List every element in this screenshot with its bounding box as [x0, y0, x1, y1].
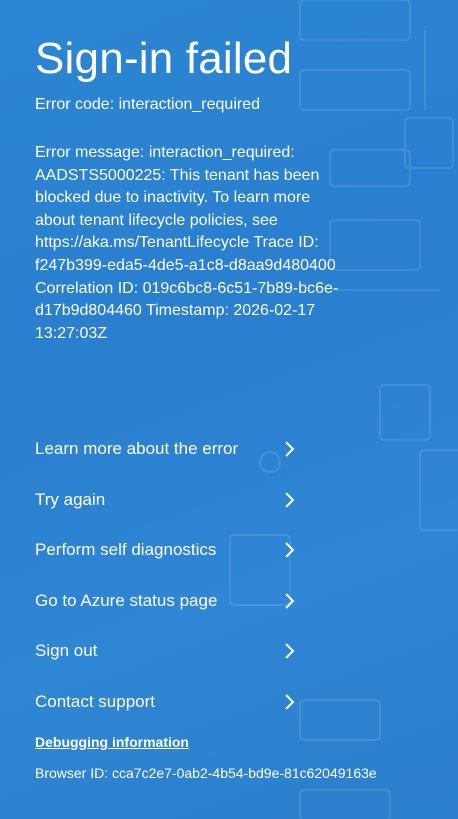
action-label: Go to Azure status page: [35, 590, 218, 610]
page-title: Sign-in failed: [35, 34, 293, 83]
learn-more-link[interactable]: Learn more about the error: [35, 424, 295, 475]
chevron-right-icon: [285, 593, 295, 609]
chevron-right-icon: [285, 643, 295, 659]
action-label: Contact support: [35, 691, 156, 711]
debugging-information-link[interactable]: Debugging information: [35, 734, 189, 750]
error-message: Error message: interaction_required: AAD…: [35, 144, 339, 342]
chevron-right-icon: [285, 492, 295, 508]
chevron-right-icon: [285, 542, 295, 558]
action-label: Learn more about the error: [35, 439, 239, 459]
action-label: Perform self diagnostics: [35, 540, 217, 560]
browser-id: Browser ID: cca7c2e7-0ab2-4b54-bd9e-81c6…: [35, 765, 377, 781]
action-label: Sign out: [35, 641, 98, 661]
azure-status-link[interactable]: Go to Azure status page: [35, 576, 295, 627]
try-again-link[interactable]: Try again: [35, 475, 295, 526]
sign-out-link[interactable]: Sign out: [35, 626, 295, 677]
error-code: Error code: interaction_required: [35, 96, 261, 113]
contact-support-link[interactable]: Contact support: [35, 677, 295, 728]
action-list: Learn more about the error Try again Per…: [35, 424, 295, 727]
action-label: Try again: [35, 489, 106, 509]
chevron-right-icon: [285, 441, 295, 457]
self-diagnostics-link[interactable]: Perform self diagnostics: [35, 525, 295, 576]
chevron-right-icon: [285, 694, 295, 710]
